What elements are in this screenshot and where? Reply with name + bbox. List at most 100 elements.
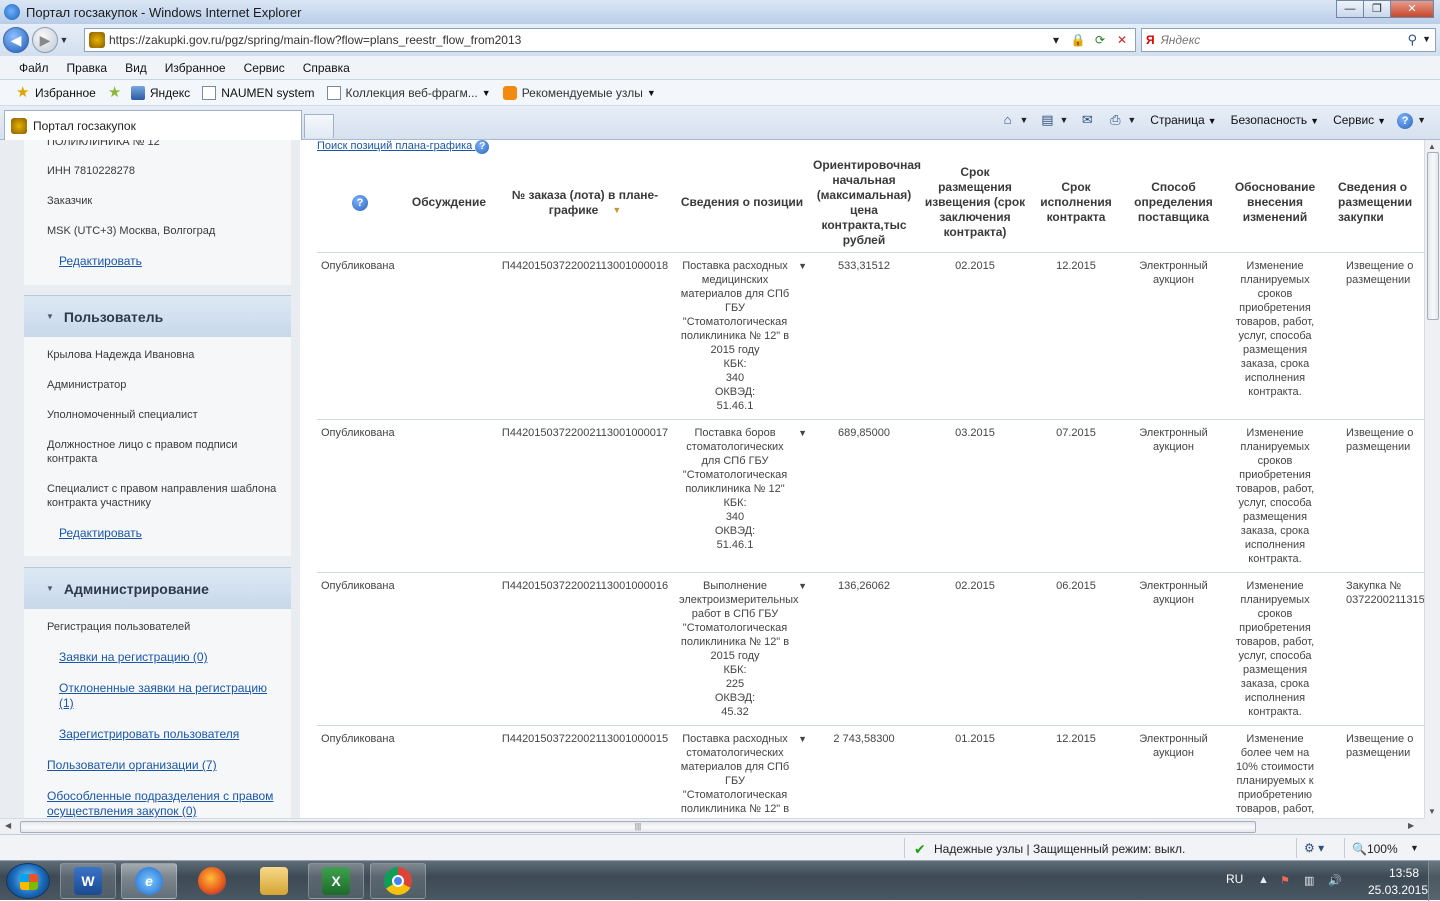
protected-mode-icon[interactable]: ⚙ ▾ xyxy=(1304,841,1324,855)
fav-link-suggested-sites[interactable]: Рекомендуемые узлы ▼ xyxy=(502,85,656,100)
horizontal-scrollbar[interactable]: ◀ ||| ▶ xyxy=(0,818,1424,834)
row-actions-dropdown-icon[interactable]: ▼ xyxy=(798,732,807,746)
table-row[interactable]: Опубликована П44201503722002113001000015… xyxy=(317,725,1424,818)
search-icon[interactable]: ⚲ xyxy=(1407,32,1417,48)
read-mail-icon[interactable]: ✉ xyxy=(1078,112,1096,128)
taskbar-excel[interactable]: X xyxy=(308,863,364,899)
vertical-scroll-thumb[interactable] xyxy=(1427,152,1439,320)
new-tab-button[interactable] xyxy=(304,114,334,138)
column-method[interactable]: Способ определения поставщика xyxy=(1121,154,1226,253)
menu-help[interactable]: Справка xyxy=(294,61,359,75)
tools-menu[interactable]: Сервис ▼ xyxy=(1333,113,1386,127)
rejected-requests-link[interactable]: Отклоненные заявки на регистрацию (1) xyxy=(59,681,281,711)
column-order-number[interactable]: № заказа (лота) в плане-графике ▼ xyxy=(495,154,675,253)
column-placement-info[interactable]: Сведения о размещении закупки xyxy=(1324,154,1424,253)
help-icon[interactable]: ? xyxy=(352,194,368,211)
organization-users-link[interactable]: Пользователи организации (7) xyxy=(47,758,287,773)
table-row[interactable]: Опубликована П44201503722002113001000018… xyxy=(317,252,1424,420)
fav-link-yandex[interactable]: Яндекс xyxy=(130,85,190,100)
search-box[interactable]: Я ⚲ ▼ xyxy=(1141,28,1436,52)
subdivisions-link[interactable]: Обособленные подразделения с правом осущ… xyxy=(47,789,287,818)
column-position-info[interactable]: Сведения о позиции xyxy=(675,154,809,253)
volume-icon[interactable]: 🔊 xyxy=(1328,874,1342,887)
feeds-icon[interactable]: ▤ xyxy=(1038,112,1056,128)
column-change-reason[interactable]: Обоснование внесения изменений xyxy=(1226,154,1324,253)
clock-date[interactable]: 25.03.2015 xyxy=(1358,883,1438,897)
fav-link-webslice-gallery[interactable]: Коллекция веб-фрагм... ▼ xyxy=(326,85,491,100)
start-button[interactable] xyxy=(6,863,50,899)
search-input[interactable] xyxy=(1160,33,1401,47)
column-placement-date[interactable]: Срок размещения извещения (срок заключен… xyxy=(919,154,1031,253)
fav-link-naumen[interactable]: NAUMEN system xyxy=(202,85,315,100)
column-price[interactable]: Ориентировочная начальная (максимальная)… xyxy=(809,154,921,253)
vertical-scrollbar[interactable]: ▲ ▼ xyxy=(1424,140,1440,818)
help-icon[interactable]: ? xyxy=(475,140,490,154)
history-dropdown-icon[interactable]: ▼ xyxy=(58,35,70,45)
minimize-button[interactable]: — xyxy=(1336,0,1364,18)
scroll-up-icon[interactable]: ▲ xyxy=(1428,142,1436,151)
edit-organization-link[interactable]: Редактировать xyxy=(59,254,299,269)
chevron-down-icon[interactable]: ▼ xyxy=(1059,115,1068,125)
table-row[interactable]: Опубликована П44201503722002113001000016… xyxy=(317,572,1424,726)
taskbar-chrome[interactable] xyxy=(370,863,426,899)
taskbar-firefox[interactable] xyxy=(184,863,240,899)
row-notice[interactable]: Извещение о размещении xyxy=(1324,725,1424,818)
address-dropdown-icon[interactable]: ▾ xyxy=(1045,31,1067,49)
row-purchase-link[interactable]: Закупка № 0372200211315 xyxy=(1324,572,1424,726)
help-icon[interactable]: ? xyxy=(1396,112,1414,129)
scroll-right-icon[interactable]: ▶ xyxy=(1408,821,1414,830)
favorites-button[interactable]: ★ Избранное xyxy=(16,85,96,100)
stop-icon[interactable]: ✕ xyxy=(1111,31,1133,49)
row-actions-dropdown-icon[interactable]: ▼ xyxy=(798,426,807,440)
menu-file[interactable]: Файл xyxy=(10,61,58,75)
chevron-down-icon[interactable]: ▼ xyxy=(1417,115,1426,125)
clock-time[interactable]: 13:58 xyxy=(1374,866,1434,880)
menu-view[interactable]: Вид xyxy=(116,61,156,75)
search-positions-link[interactable]: Поиск позиций плана-графика ? xyxy=(317,140,490,154)
taskbar-explorer[interactable] xyxy=(246,863,302,899)
security-zone-text[interactable]: Надежные узлы | Защищенный режим: выкл. xyxy=(934,842,1185,856)
menu-tools[interactable]: Сервис xyxy=(235,61,294,75)
row-notice[interactable]: Извещение о размещении xyxy=(1324,252,1424,420)
zoom-dropdown-icon[interactable]: ▼ xyxy=(1410,843,1419,853)
menu-favorites[interactable]: Избранное xyxy=(156,61,235,75)
row-notice[interactable]: Извещение о размещении xyxy=(1324,419,1424,573)
page-menu[interactable]: Страница ▼ xyxy=(1150,113,1216,127)
taskbar-word[interactable]: W xyxy=(60,863,116,899)
close-button[interactable]: ✕ xyxy=(1390,0,1434,18)
safety-menu[interactable]: Безопасность ▼ xyxy=(1231,113,1319,127)
forward-button[interactable]: ▶ xyxy=(32,27,58,53)
sort-desc-icon[interactable]: ▼ xyxy=(612,203,621,218)
taskbar-ie[interactable]: e xyxy=(121,863,177,899)
registration-requests-link[interactable]: Заявки на регистрацию (0) xyxy=(59,650,299,665)
language-indicator[interactable]: RU xyxy=(1226,872,1243,886)
lock-icon[interactable]: 🔒 xyxy=(1067,31,1089,49)
scroll-left-icon[interactable]: ◀ xyxy=(5,821,11,830)
refresh-icon[interactable]: ⟳ xyxy=(1089,31,1111,49)
register-user-link[interactable]: Зарегистрировать пользователя xyxy=(59,727,299,742)
home-icon[interactable]: ⌂ xyxy=(999,112,1017,128)
scroll-down-icon[interactable]: ▼ xyxy=(1428,807,1436,816)
chevron-down-icon[interactable]: ▼ xyxy=(1020,115,1029,125)
maximize-button[interactable]: ❐ xyxy=(1363,0,1391,18)
action-center-icon[interactable]: ⚑ xyxy=(1280,874,1290,887)
tab-portal[interactable]: Портал госзакупок xyxy=(4,110,302,140)
row-actions-dropdown-icon[interactable]: ▼ xyxy=(798,579,807,593)
row-actions-dropdown-icon[interactable]: ▼ xyxy=(798,259,807,273)
show-desktop-button[interactable] xyxy=(1428,861,1440,901)
url-text[interactable]: https://zakupki.gov.ru/pgz/spring/main-f… xyxy=(109,33,521,47)
horizontal-scroll-thumb[interactable]: ||| xyxy=(20,821,1256,833)
admin-section-header[interactable]: ▼ Администрирование xyxy=(24,567,291,609)
show-hidden-icons-icon[interactable]: ▲ xyxy=(1258,874,1269,886)
address-field[interactable]: https://zakupki.gov.ru/pgz/spring/main-f… xyxy=(84,28,1136,52)
table-row[interactable]: Опубликована П44201503722002113001000017… xyxy=(317,419,1424,573)
column-execution-date[interactable]: Срок исполнения контракта xyxy=(1031,154,1121,253)
edit-user-link[interactable]: Редактировать xyxy=(59,526,299,541)
print-icon[interactable]: ⎙ xyxy=(1106,112,1124,128)
back-button[interactable]: ◀ xyxy=(3,27,29,53)
network-icon[interactable]: ▥ xyxy=(1304,874,1314,887)
column-help[interactable]: ? xyxy=(317,154,403,253)
user-section-header[interactable]: ▼ Пользователь xyxy=(24,295,291,337)
column-discussion[interactable]: Обсуждение xyxy=(403,154,495,253)
search-options-dropdown-icon[interactable]: ▼ xyxy=(1422,34,1431,44)
